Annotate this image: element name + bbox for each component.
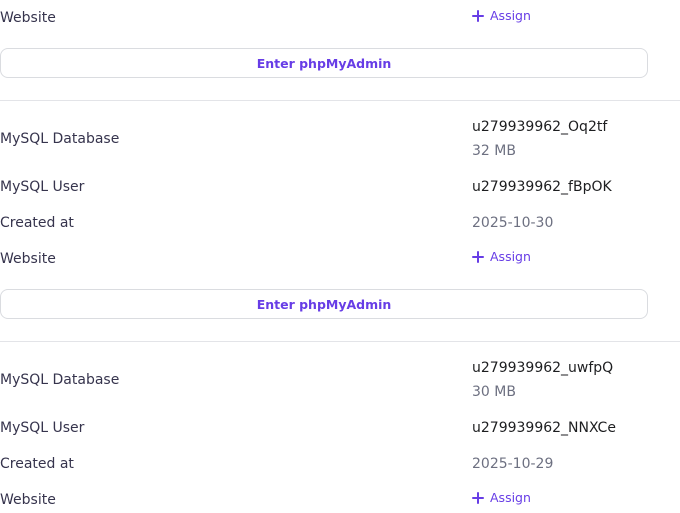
mysql-user-value: u279939962_NNXCe [472, 420, 616, 436]
assign-label: Assign [490, 8, 531, 23]
mysql-database-label: MySQL Database [0, 131, 120, 147]
plus-icon [472, 491, 484, 504]
mysql-user-label: MySQL User [0, 420, 85, 436]
assign-website-button[interactable]: Assign [472, 490, 531, 505]
created-at-value: 2025-10-29 [472, 456, 554, 472]
card-divider [0, 100, 680, 101]
mysql-user-value: u279939962_fBpOK [472, 179, 612, 195]
mysql-database-name: u279939962_Oq2tf [472, 119, 608, 135]
mysql-database-name: u279939962_uwfpQ [472, 360, 614, 376]
website-label: Website [0, 251, 56, 267]
created-at-label: Created at [0, 456, 74, 472]
assign-label: Assign [490, 490, 531, 505]
mysql-database-size: 32 MB [472, 143, 516, 159]
plus-icon [472, 9, 484, 22]
card-divider [0, 341, 680, 342]
enter-phpmyadmin-button[interactable]: Enter phpMyAdmin [0, 289, 648, 319]
assign-label: Assign [490, 249, 531, 264]
mysql-database-label: MySQL Database [0, 372, 120, 388]
created-at-value: 2025-10-30 [472, 215, 554, 231]
enter-phpmyadmin-button[interactable]: Enter phpMyAdmin [0, 48, 648, 78]
assign-website-button[interactable]: Assign [472, 8, 531, 23]
created-at-label: Created at [0, 215, 74, 231]
mysql-user-label: MySQL User [0, 179, 85, 195]
website-label: Website [0, 10, 56, 26]
plus-icon [472, 250, 484, 263]
website-label: Website [0, 492, 56, 508]
mysql-database-size: 30 MB [472, 384, 516, 400]
assign-website-button[interactable]: Assign [472, 249, 531, 264]
